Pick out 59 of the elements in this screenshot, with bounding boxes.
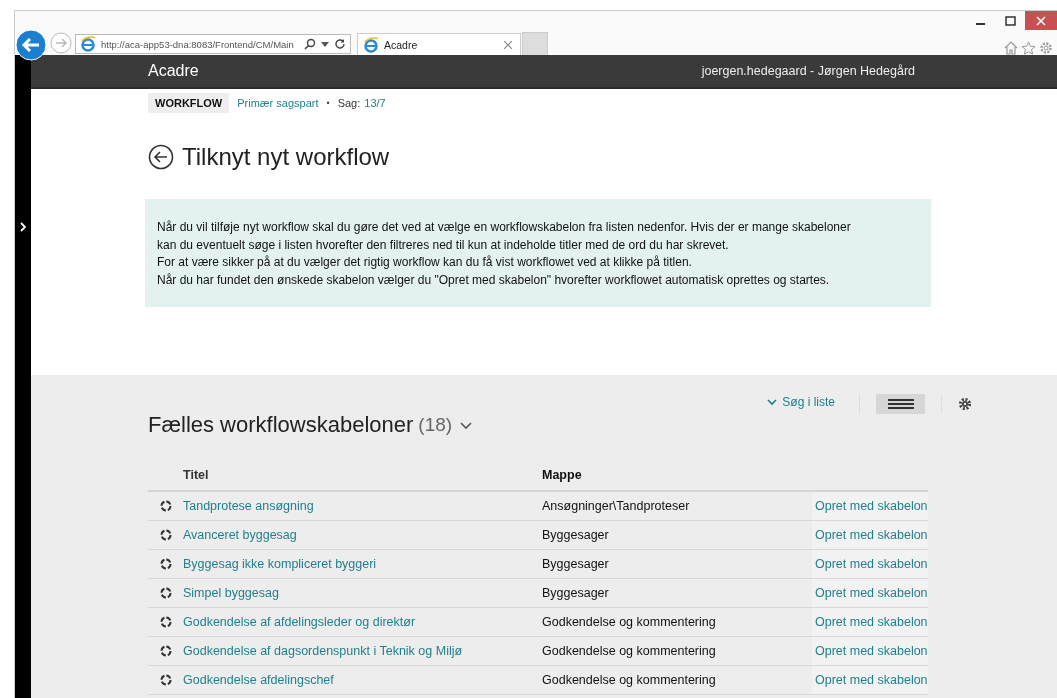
browser-tab[interactable]: Acadre (357, 33, 521, 55)
ring-icon (159, 558, 172, 570)
close-tab-icon[interactable] (504, 40, 512, 49)
column-header[interactable]: Titel (183, 468, 542, 482)
case-link[interactable]: 13/7 (364, 97, 386, 109)
star-icon[interactable] (1021, 41, 1036, 55)
browser-logo-icon (80, 36, 96, 52)
column-header[interactable]: Mappe (542, 468, 812, 482)
list-count: (18) (418, 414, 453, 436)
settings-icon[interactable] (958, 397, 972, 411)
folder-cell-text: Godkendelse og kommentering (542, 673, 717, 687)
folder-cell-text: Byggesager (542, 586, 610, 600)
maximize-icon (1004, 15, 1016, 26)
menu-icon (887, 399, 914, 409)
info-text: Når du vil tilføje nyt workflow skal du gøre det ved at vælge en workflowskabelon fra listen nedenfor. Hvis der er mange skabeloner kan du eventuelt søge i listen hvorefter den filtreres ned til kun at indeholde titler med de ord du har skrevet. (157, 219, 852, 254)
chevron-right-icon (20, 222, 26, 232)
chevron-down-icon[interactable] (460, 422, 473, 430)
folder-cell-text: Byggesager (542, 528, 610, 542)
app-brand[interactable]: Acadre (148, 62, 199, 80)
back-button[interactable] (15, 29, 47, 61)
search-list-link[interactable]: Søg i liste (767, 395, 835, 409)
separator: • (326, 98, 330, 108)
folder-cell-text: Godkendelse og kommentering (542, 644, 717, 658)
info-text: Når du har fundet den ønskede skabelon vælger du "Opret med skabelon" hvorefter workflowet automatisk oprettes og startes. (157, 271, 831, 289)
list-title: Fælles workflowskabeloner (148, 412, 414, 438)
section-tag: WORKFLOW (148, 93, 230, 113)
side-panel-toggle[interactable] (15, 55, 31, 698)
refresh-icon[interactable] (334, 38, 346, 50)
ring-icon (159, 616, 172, 628)
ring-icon (159, 587, 172, 599)
template-title-link[interactable]: Simpel byggesag (183, 586, 279, 600)
close-icon (1036, 15, 1046, 26)
search-icon[interactable] (304, 38, 316, 50)
template-title-link[interactable]: Tandprotese ansøgning (183, 499, 314, 513)
folder-cell-text: Godkendelse og kommentering (542, 615, 717, 629)
browser-logo-icon (363, 36, 379, 53)
template-title-link[interactable]: Godkendelse afdelingschef (183, 673, 334, 687)
user-name[interactable]: joergen.hedegaard - Jørgen Hedegård (701, 64, 915, 78)
ring-icon (159, 674, 172, 686)
page-title: Tilknyt nyt workflow (182, 143, 390, 171)
ring-icon (159, 500, 172, 512)
folder-cell-text: Byggesager (542, 557, 610, 571)
case-label: Sag: (337, 97, 361, 109)
folder-cell-text: Ansøgninger\Tandproteser (542, 499, 691, 513)
template-title-link[interactable]: Byggesag ikke kompliceret byggeri (183, 557, 377, 571)
info-text: For at være sikker på at du vælger det rigtig workflow kan du få vist workflowet ved at klikke på titlen. (157, 254, 693, 271)
ring-icon (159, 529, 172, 541)
party-link[interactable]: Primær sagspart (237, 97, 319, 109)
ring-icon (159, 645, 172, 657)
list-view-button[interactable] (876, 394, 925, 414)
home-icon[interactable] (1004, 41, 1018, 55)
template-title-link[interactable]: Godkendelse af afdelingsleder og direktør (183, 615, 416, 629)
address-bar[interactable]: http://aca-app53-dna:8083/Frontend/CM/Main (75, 34, 351, 54)
template-title-link[interactable]: Avanceret byggesag (183, 528, 297, 542)
close-button[interactable] (1025, 11, 1057, 30)
caret-icon[interactable] (321, 41, 329, 47)
minimize-icon (975, 23, 985, 25)
template-title-link[interactable]: Godkendelse af dagsordenspunkt i Teknik og Miljø (183, 644, 463, 658)
chevron-down-icon (767, 398, 778, 406)
